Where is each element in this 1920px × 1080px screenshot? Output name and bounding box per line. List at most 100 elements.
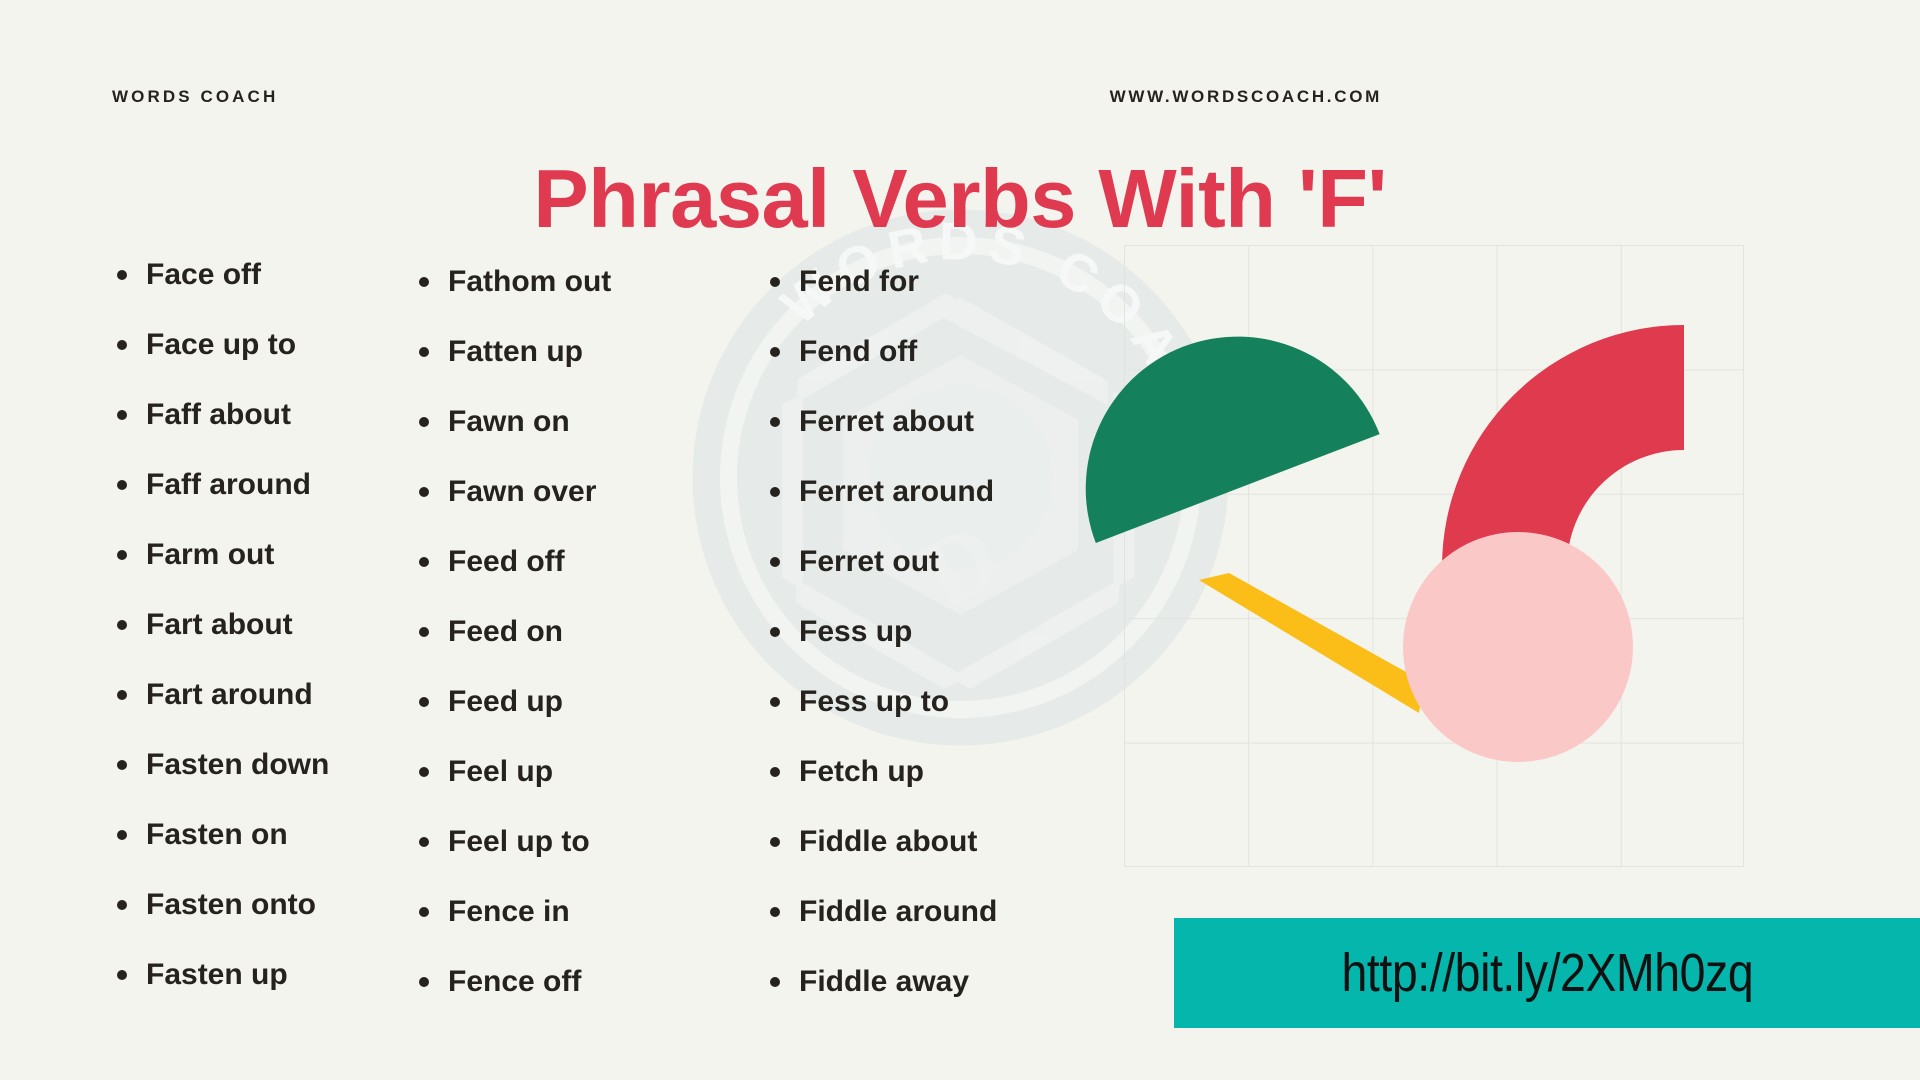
list-item: Feed off (410, 527, 733, 597)
phrasal-verb-columns: Face off Face up to Faff about Faff arou… (0, 240, 1180, 1020)
list-item: Fathom out (410, 247, 733, 317)
verb-label: Fetch up (799, 755, 924, 788)
verb-label: Fasten on (146, 818, 288, 851)
verb-label: Feel up to (448, 825, 590, 858)
list-item: Fess up (761, 597, 1180, 667)
bullet-icon (117, 970, 127, 980)
bullet-icon (770, 907, 780, 917)
url-banner[interactable]: http://bit.ly/2XMh0zq (1174, 918, 1920, 1028)
list-item: Fiddle away (761, 947, 1180, 1017)
list-item: Fasten on (108, 800, 375, 870)
bullet-icon (419, 977, 429, 987)
verb-label: Fart about (146, 608, 293, 641)
verb-label: Feel up (448, 755, 554, 788)
bullet-icon (770, 837, 780, 847)
list-item: Feel up (410, 737, 733, 807)
list-item: Fart about (108, 590, 375, 660)
verb-list-1: Face off Face up to Faff about Faff arou… (108, 240, 375, 1010)
bullet-icon (419, 907, 429, 917)
verb-column-2: Fathom out Fatten up Fawn on Fawn over F… (375, 240, 733, 1020)
red-quarter-arc-shape (1442, 325, 1684, 567)
list-item: Ferret about (761, 387, 1180, 457)
bullet-icon (770, 417, 780, 427)
bullet-icon (419, 417, 429, 427)
brand-label: WORDS COACH (112, 87, 279, 106)
verb-label: Fiddle away (799, 965, 970, 998)
verb-label: Faff about (146, 398, 291, 431)
verb-label: Fess up to (799, 685, 950, 718)
list-item: Fart around (108, 660, 375, 730)
bullet-icon (770, 487, 780, 497)
verb-label: Ferret out (799, 545, 940, 578)
bullet-icon (117, 690, 127, 700)
list-item: Ferret out (761, 527, 1180, 597)
verb-column-1: Face off Face up to Faff about Faff arou… (0, 240, 375, 1020)
bullet-icon (117, 760, 127, 770)
yellow-bar-shape (1199, 573, 1424, 713)
pink-circle-shape (1403, 532, 1633, 762)
bullet-icon (117, 410, 127, 420)
bullet-icon (770, 347, 780, 357)
bullet-icon (117, 830, 127, 840)
list-item: Fend off (761, 317, 1180, 387)
list-item: Fawn on (410, 387, 733, 457)
verb-label: Fasten up (146, 958, 288, 991)
verb-label: Face off (146, 258, 262, 291)
url-banner-text: http://bit.ly/2XMh0zq (1341, 943, 1753, 1003)
verb-label: Fathom out (448, 265, 612, 298)
list-item: Fawn over (410, 457, 733, 527)
list-item: Fence off (410, 947, 733, 1017)
bullet-icon (419, 487, 429, 497)
bullet-icon (419, 837, 429, 847)
list-item: Feed up (410, 667, 733, 737)
bullet-icon (770, 277, 780, 287)
verb-label: Fence in (448, 895, 570, 928)
bullet-icon (419, 557, 429, 567)
bullet-icon (117, 340, 127, 350)
bullet-icon (117, 550, 127, 560)
verb-label: Face up to (146, 328, 297, 361)
list-item: Face off (108, 240, 375, 310)
list-item: Fasten down (108, 730, 375, 800)
verb-label: Fend for (799, 265, 919, 298)
bullet-icon (117, 900, 127, 910)
list-item: Fatten up (410, 317, 733, 387)
bullet-icon (117, 270, 127, 280)
verb-list-3: Fend for Fend off Ferret about Ferret ar… (761, 247, 1180, 1017)
verb-label: Fence off (448, 965, 582, 998)
list-item: Fess up to (761, 667, 1180, 737)
list-item: Faff around (108, 450, 375, 520)
bullet-icon (419, 697, 429, 707)
verb-label: Fawn over (448, 475, 597, 508)
decorative-shapes (1085, 325, 1684, 762)
bullet-icon (419, 767, 429, 777)
list-item: Fiddle around (761, 877, 1180, 947)
verb-label: Ferret about (799, 405, 975, 438)
bullet-icon (117, 620, 127, 630)
page-title: Phrasal Verbs With 'F' (533, 151, 1387, 245)
verb-list-2: Fathom out Fatten up Fawn on Fawn over F… (410, 247, 733, 1017)
verb-label: Fiddle around (799, 895, 998, 928)
site-url-label: WWW.WORDSCOACH.COM (1109, 87, 1382, 106)
verb-label: Fawn on (448, 405, 570, 438)
bullet-icon (770, 697, 780, 707)
list-item: Faff about (108, 380, 375, 450)
decorative-graphic-panel (1085, 245, 1744, 867)
bullet-icon (117, 480, 127, 490)
list-item: Fasten up (108, 940, 375, 1010)
verb-label: Fasten down (146, 748, 330, 781)
list-item: Fasten onto (108, 870, 375, 940)
verb-label: Fess up (799, 615, 913, 648)
verb-label: Fend off (799, 335, 918, 368)
verb-label: Fiddle about (799, 825, 978, 858)
verb-label: Feed on (448, 615, 564, 648)
bullet-icon (419, 277, 429, 287)
verb-label: Fatten up (448, 335, 583, 368)
list-item: Fend for (761, 247, 1180, 317)
bullet-icon (770, 977, 780, 987)
list-item: Ferret around (761, 457, 1180, 527)
list-item: Feed on (410, 597, 733, 667)
bullet-icon (770, 557, 780, 567)
list-item: Face up to (108, 310, 375, 380)
verb-column-3: Fend for Fend off Ferret about Ferret ar… (733, 240, 1180, 1020)
